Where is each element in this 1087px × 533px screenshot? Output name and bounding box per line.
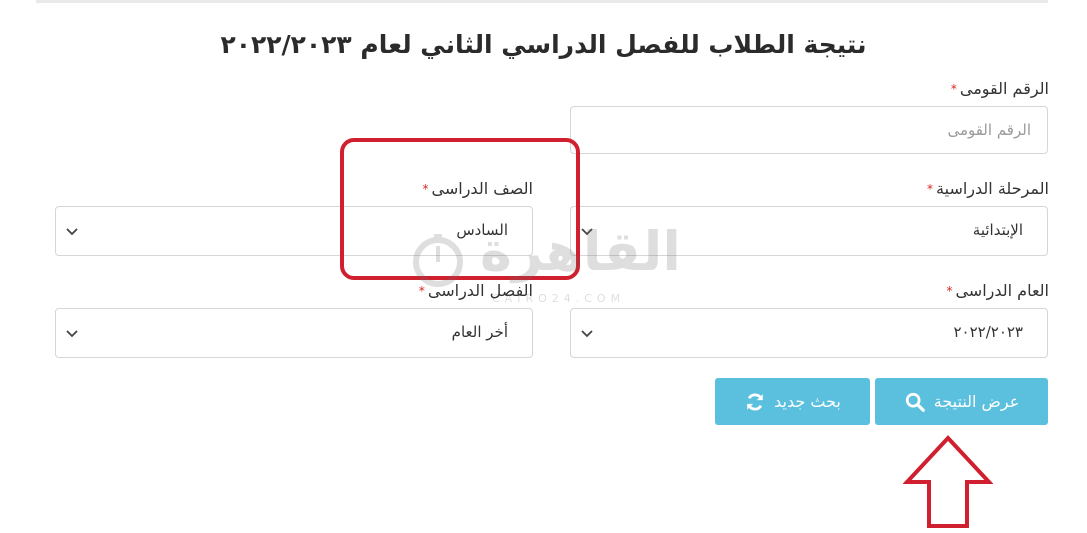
- required-mark: *: [418, 284, 425, 298]
- grade-select[interactable]: السادس: [55, 206, 533, 256]
- chevron-down-icon: [66, 330, 78, 338]
- chevron-down-icon: [581, 228, 593, 236]
- page-title: نتيجة الطلاب للفصل الدراسي الثاني لعام ٢…: [220, 30, 867, 59]
- national-id-input[interactable]: [570, 106, 1048, 154]
- search-icon: [905, 392, 925, 412]
- show-result-label: عرض النتيجة: [933, 392, 1020, 411]
- stage-select-value: الإبتدائية: [972, 221, 1023, 239]
- chevron-down-icon: [66, 228, 78, 236]
- term-select[interactable]: أخر العام: [55, 308, 533, 358]
- year-select[interactable]: ٢٠٢٢/٢٠٢٣: [570, 308, 1048, 358]
- stage-select[interactable]: الإبتدائية: [570, 206, 1048, 256]
- national-id-label: الرقم القومى*: [951, 79, 1049, 98]
- year-label: العام الدراسى*: [946, 281, 1049, 300]
- new-search-button[interactable]: بحث جديد: [715, 378, 870, 425]
- refresh-icon: [747, 393, 763, 410]
- grade-select-value: السادس: [456, 221, 508, 239]
- term-label: الفصل الدراسى*: [419, 281, 533, 300]
- grade-label-text: الصف الدراسى: [431, 179, 533, 198]
- term-select-value: أخر العام: [451, 323, 508, 341]
- up-arrow-icon: [903, 435, 993, 528]
- required-mark: *: [927, 182, 934, 196]
- chevron-down-icon: [581, 330, 593, 338]
- year-label-text: العام الدراسى: [955, 281, 1049, 300]
- top-divider: [36, 0, 1048, 3]
- stage-label-text: المرحلة الدراسية: [936, 179, 1049, 198]
- new-search-label: بحث جديد: [774, 392, 841, 411]
- year-select-value: ٢٠٢٢/٢٠٢٣: [953, 323, 1023, 341]
- required-mark: *: [950, 82, 957, 96]
- term-label-text: الفصل الدراسى: [427, 281, 533, 300]
- show-result-button[interactable]: عرض النتيجة: [875, 378, 1048, 425]
- required-mark: *: [422, 182, 429, 196]
- stage-label: المرحلة الدراسية*: [927, 179, 1049, 198]
- grade-label: الصف الدراسى*: [423, 179, 533, 198]
- national-id-label-text: الرقم القومى: [959, 79, 1049, 98]
- required-mark: *: [946, 284, 953, 298]
